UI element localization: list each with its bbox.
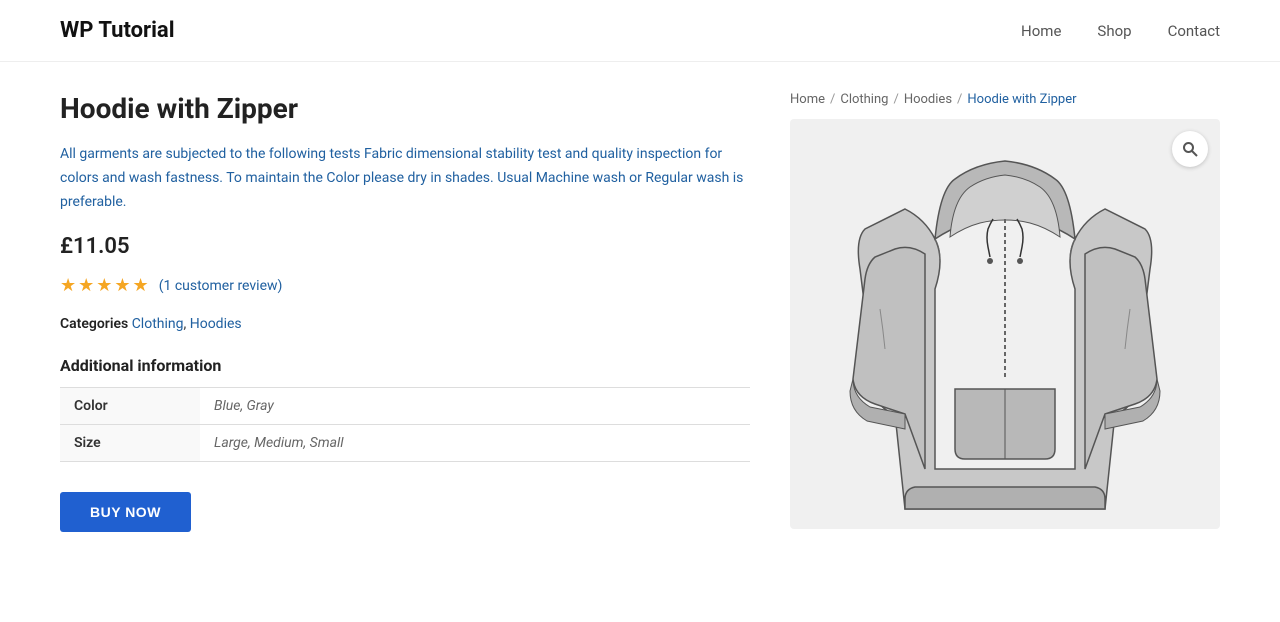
- search-icon: [1182, 141, 1198, 157]
- attributes-table: Color Blue, Gray Size Large, Medium, Sma…: [60, 387, 750, 462]
- product-price: £11.05: [60, 234, 750, 259]
- additional-info-title: Additional information: [60, 356, 750, 375]
- categories-label: Categories: [60, 316, 128, 332]
- breadcrumb-hoodies[interactable]: Hoodies: [904, 92, 952, 107]
- product-image: [845, 129, 1165, 519]
- product-info: Hoodie with Zipper All garments are subj…: [60, 92, 750, 532]
- product-image-container: [790, 119, 1220, 529]
- categories-row: Categories Clothing, Hoodies: [60, 316, 750, 332]
- zoom-button[interactable]: [1172, 131, 1208, 167]
- rating-row: ★★★★★ (1 customer review): [60, 275, 750, 296]
- nav-shop[interactable]: Shop: [1097, 22, 1131, 40]
- site-header: WP Tutorial Home Shop Contact: [0, 0, 1280, 62]
- buy-now-button[interactable]: BUY NOW: [60, 492, 191, 532]
- site-title: WP Tutorial: [60, 18, 175, 43]
- breadcrumb-home[interactable]: Home: [790, 92, 825, 107]
- table-row: Size Large, Medium, Small: [60, 425, 750, 462]
- breadcrumb-clothing[interactable]: Clothing: [840, 92, 888, 107]
- breadcrumb-current: Hoodie with Zipper: [967, 92, 1076, 107]
- nav-contact[interactable]: Contact: [1168, 22, 1220, 40]
- table-row: Color Blue, Gray: [60, 388, 750, 425]
- main-content: Hoodie with Zipper All garments are subj…: [0, 62, 1280, 592]
- star-rating: ★★★★★: [60, 275, 151, 296]
- main-nav: Home Shop Contact: [1021, 22, 1220, 40]
- attribute-name-color: Color: [60, 388, 200, 425]
- attribute-value-size: Large, Medium, Small: [200, 425, 750, 462]
- attribute-value-color: Blue, Gray: [200, 388, 750, 425]
- product-image-panel: Home / Clothing / Hoodies / Hoodie with …: [790, 92, 1220, 532]
- product-title: Hoodie with Zipper: [60, 92, 750, 125]
- category-hoodies[interactable]: Hoodies: [190, 316, 242, 332]
- nav-home[interactable]: Home: [1021, 22, 1061, 40]
- breadcrumb: Home / Clothing / Hoodies / Hoodie with …: [790, 92, 1220, 107]
- product-description: All garments are subjected to the follow…: [60, 143, 750, 214]
- category-clothing[interactable]: Clothing: [132, 316, 184, 332]
- attribute-name-size: Size: [60, 425, 200, 462]
- review-link[interactable]: (1 customer review): [159, 278, 283, 294]
